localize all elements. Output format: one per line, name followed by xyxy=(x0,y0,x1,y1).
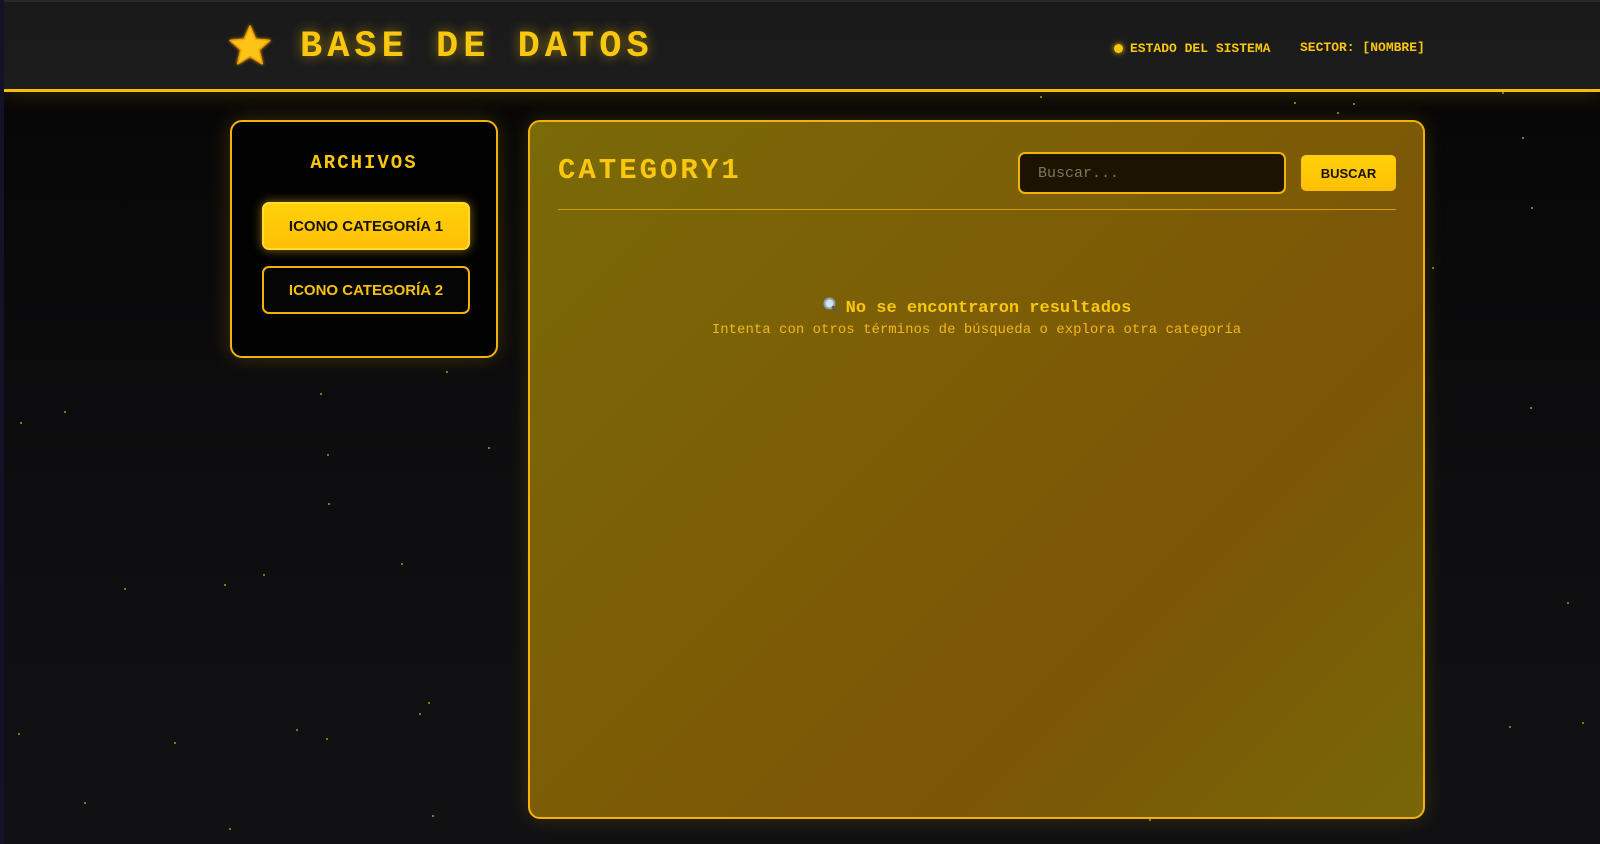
magnifier-icon xyxy=(822,296,840,320)
category-2-button[interactable]: ICONO CATEGORÍA 2 xyxy=(262,266,470,314)
empty-state-subtitle: Intenta con otros términos de búsqueda o… xyxy=(711,322,1242,338)
category-title: CATEGORY1 xyxy=(558,154,742,187)
panel-divider xyxy=(558,209,1396,210)
category-panel: CATEGORY1 BUSCAR No se encontraron resul… xyxy=(528,120,1425,819)
empty-state-title: No se encontraron resultados xyxy=(845,298,1132,318)
app-title: BASE DE DATOS xyxy=(300,26,654,68)
category-1-button[interactable]: ICONO CATEGORÍA 1 xyxy=(262,202,470,250)
top-header: BASE DE DATOS ESTADO DEL SISTEMA SECTOR:… xyxy=(4,0,1600,92)
status-dot-icon xyxy=(1114,43,1123,53)
sidebar: ARCHIVOS ICONO CATEGORÍA 1 ICONO CATEGOR… xyxy=(230,120,498,358)
app-frame: BASE DE DATOS ESTADO DEL SISTEMA SECTOR:… xyxy=(0,0,1600,844)
system-status: ESTADO DEL SISTEMA xyxy=(1114,40,1270,56)
sidebar-title: ARCHIVOS xyxy=(310,152,418,174)
sector-label: SECTOR: [NOMBRE] xyxy=(1300,40,1425,55)
search-input[interactable] xyxy=(1018,152,1286,194)
status-label: ESTADO DEL SISTEMA xyxy=(1130,40,1271,56)
category-1-label: ICONO CATEGORÍA 1 xyxy=(288,217,444,235)
empty-state-title-row: No se encontraron resultados xyxy=(530,296,1423,320)
star-icon xyxy=(226,22,274,70)
search-button[interactable]: BUSCAR xyxy=(1301,155,1396,191)
category-2-label: ICONO CATEGORÍA 2 xyxy=(288,281,444,299)
empty-state: No se encontraron resultados Intenta con… xyxy=(530,296,1423,338)
